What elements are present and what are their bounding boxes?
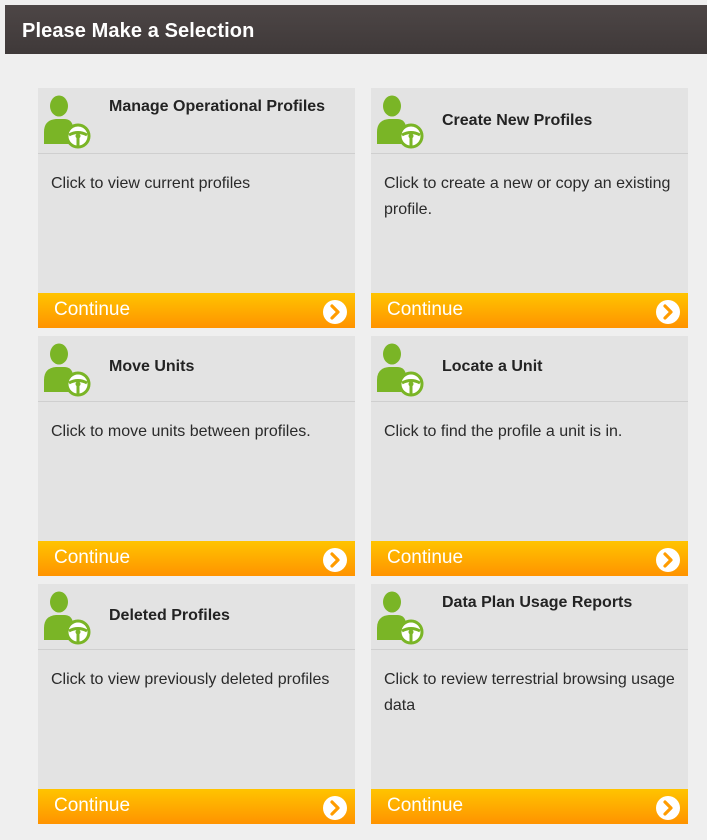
card-description: Click to find the profile a unit is in. xyxy=(384,423,623,440)
card-header: Manage Operational Profiles xyxy=(38,88,355,154)
continue-label: Continue xyxy=(54,547,131,568)
card-description: Click to view previously deleted profile… xyxy=(51,671,330,688)
user-steering-wheel-icon xyxy=(375,94,425,150)
card-title: Data Plan Usage Reports xyxy=(442,594,633,611)
card-description: Click to create a new or copy an existin… xyxy=(384,175,671,218)
chevron-right-circle-icon[interactable] xyxy=(323,548,347,572)
user-steering-wheel-icon xyxy=(42,342,92,398)
continue-button[interactable]: Continue xyxy=(371,293,688,328)
user-steering-wheel-icon xyxy=(42,94,92,150)
card-header: Deleted Profiles xyxy=(38,584,355,650)
chevron-right-circle-icon[interactable] xyxy=(656,300,680,324)
user-steering-wheel-icon xyxy=(42,590,92,646)
card-header: Locate a Unit xyxy=(371,336,688,402)
card-description: Click to move units between profiles. xyxy=(51,423,311,440)
card-description: Click to review terrestrial browsing usa… xyxy=(384,671,675,714)
user-steering-wheel-icon xyxy=(375,590,425,646)
card-move-units: Move Units Click to move units between p… xyxy=(38,336,355,576)
user-steering-wheel-icon xyxy=(375,342,425,398)
continue-button[interactable]: Continue xyxy=(371,789,688,824)
card-title: Create New Profiles xyxy=(442,112,593,129)
continue-button[interactable]: Continue xyxy=(38,789,355,824)
card-header: Create New Profiles xyxy=(371,88,688,154)
continue-button[interactable]: Continue xyxy=(38,293,355,328)
chevron-right-circle-icon[interactable] xyxy=(323,796,347,820)
chevron-right-circle-icon[interactable] xyxy=(323,300,347,324)
chevron-right-circle-icon[interactable] xyxy=(656,548,680,572)
card-deleted-profiles: Deleted Profiles Click to view previousl… xyxy=(38,584,355,824)
continue-label: Continue xyxy=(387,795,464,816)
chevron-right-circle-icon[interactable] xyxy=(656,796,680,820)
card-locate-a-unit: Locate a Unit Click to find the profile … xyxy=(371,336,688,576)
card-header: Move Units xyxy=(38,336,355,402)
card-title: Move Units xyxy=(109,358,195,375)
continue-button[interactable]: Continue xyxy=(38,541,355,576)
continue-label: Continue xyxy=(387,547,464,568)
card-description: Click to view current profiles xyxy=(51,175,251,192)
card-data-plan-usage-reports: Data Plan Usage Reports Click to review … xyxy=(371,584,688,824)
card-title: Deleted Profiles xyxy=(109,607,230,624)
card-title: Locate a Unit xyxy=(442,358,543,375)
card-title: Manage Operational Profiles xyxy=(109,98,326,115)
continue-label: Continue xyxy=(54,299,131,320)
continue-label: Continue xyxy=(54,795,131,816)
card-header: Data Plan Usage Reports xyxy=(371,584,688,650)
page-title: Please Make a Selection xyxy=(22,20,255,42)
page-header: Please Make a Selection xyxy=(5,5,707,54)
card-create-new-profiles: Create New Profiles Click to create a ne… xyxy=(371,88,688,328)
continue-label: Continue xyxy=(387,299,464,320)
continue-button[interactable]: Continue xyxy=(371,541,688,576)
card-manage-operational-profiles: Manage Operational Profiles Click to vie… xyxy=(38,88,355,328)
